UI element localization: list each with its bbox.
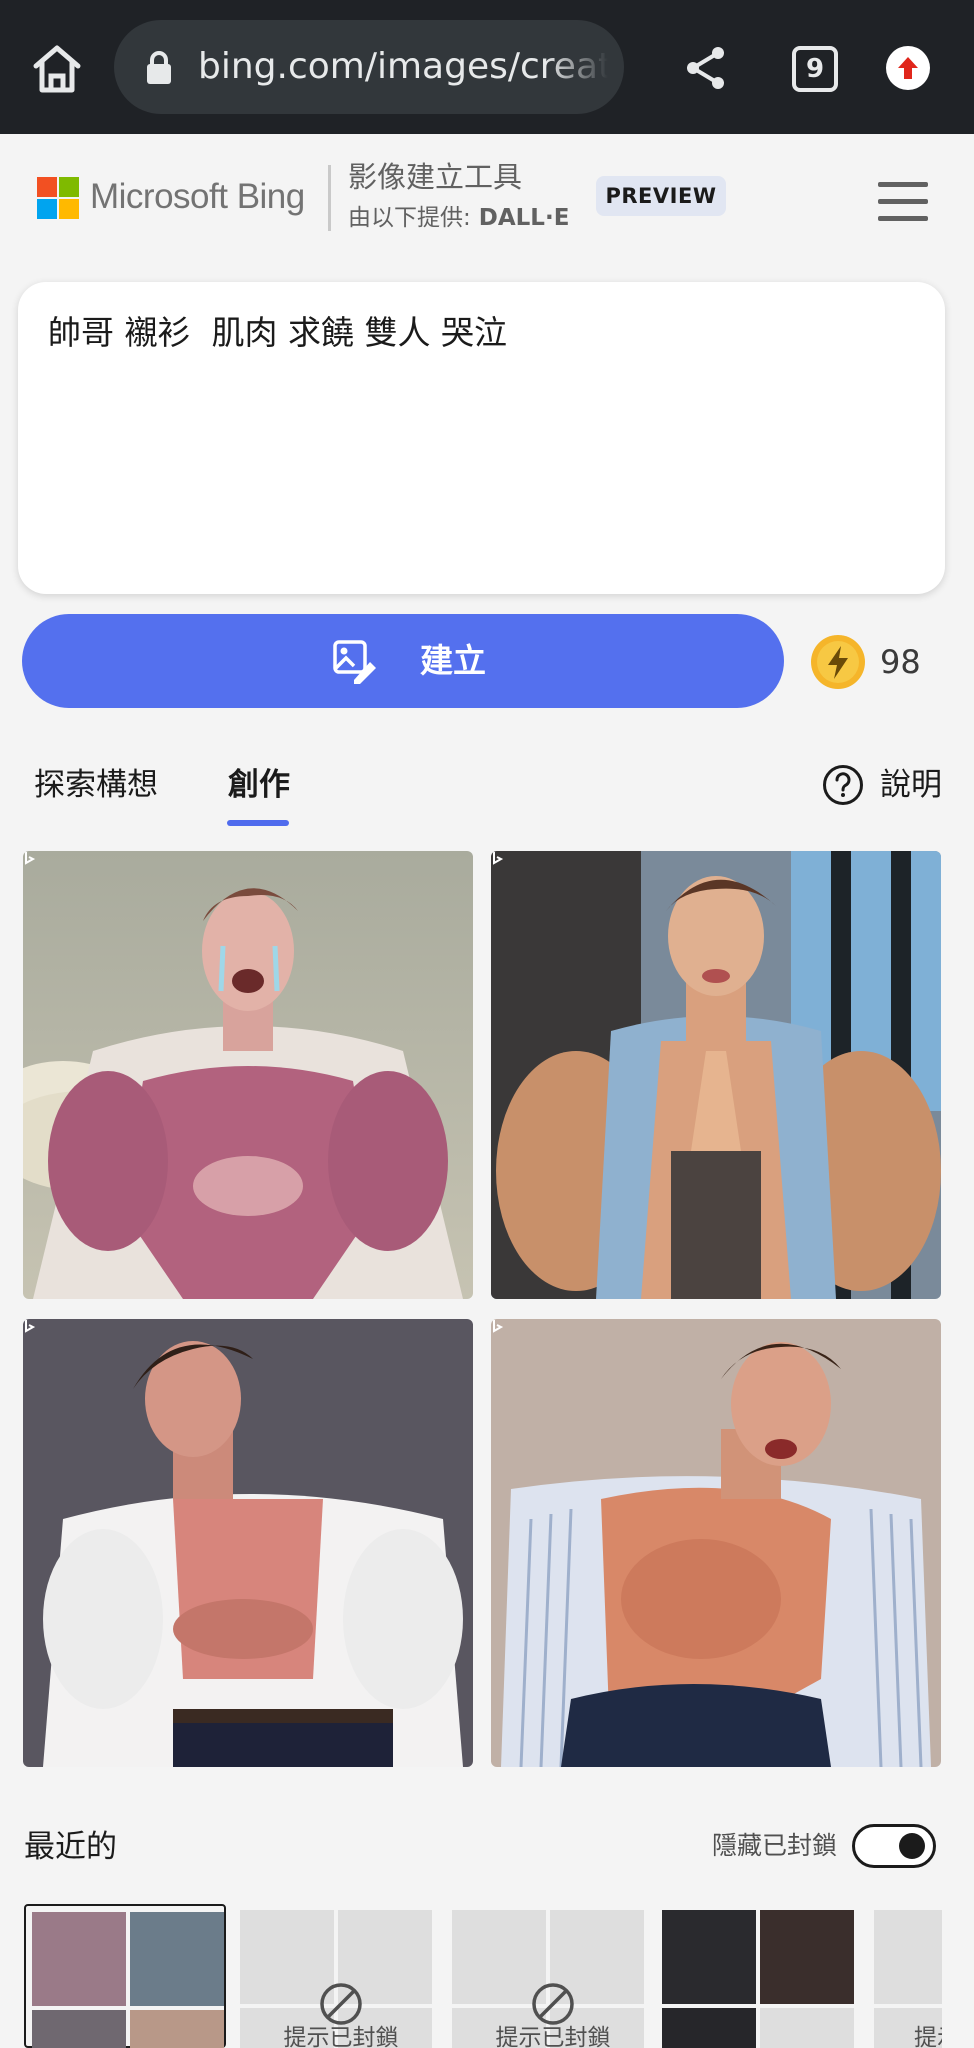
hamburger-menu-icon[interactable]	[878, 182, 928, 222]
tab-explore-ideas[interactable]: 探索構想	[34, 764, 158, 806]
hide-blocked-toggle[interactable]	[852, 1824, 936, 1868]
help-circle-icon[interactable]	[822, 764, 864, 806]
thumb-cell	[662, 2008, 756, 2048]
home-icon[interactable]	[28, 40, 86, 98]
bing-watermark-icon	[25, 852, 36, 865]
toggle-knob	[899, 1833, 925, 1859]
tab-switcher-button[interactable]: 9	[792, 46, 838, 92]
generated-image-4[interactable]	[491, 1319, 941, 1767]
url-text: bing.com/images/create	[198, 46, 608, 87]
recent-thumb-suits[interactable]	[662, 1904, 864, 2048]
thumb-cell	[130, 2010, 224, 2048]
browser-toolbar: bing.com/images/create 9	[0, 0, 974, 134]
bing-watermark-icon	[493, 852, 504, 865]
lock-icon	[147, 51, 171, 84]
thumb-cell	[874, 1910, 942, 2004]
create-button-label: 建立	[420, 641, 486, 680]
create-button[interactable]: 建立	[22, 614, 784, 708]
generated-image-2[interactable]	[491, 851, 941, 1299]
page-title: 影像建立工具	[348, 160, 523, 194]
blocked-label: 提示已封鎖	[283, 2025, 399, 2048]
lightning-coin-icon[interactable]	[810, 634, 866, 690]
provider-label: 由以下提供:	[348, 205, 471, 231]
thumb-cell	[32, 1912, 126, 2006]
tab-creations[interactable]: 創作	[228, 764, 290, 806]
hide-blocked-label: 隱藏已封鎖	[712, 1831, 838, 1860]
help-link[interactable]: 說明	[880, 764, 942, 806]
blocked-icon	[320, 1983, 362, 2025]
recent-thumb-blocked[interactable]: 提示已封鎖	[452, 1904, 654, 2048]
thumb-cell	[760, 1910, 854, 2004]
recent-thumb-current[interactable]	[24, 1904, 226, 2048]
recent-thumb-blocked-partial[interactable]: 提示	[874, 1904, 942, 2048]
image-edit-icon	[333, 640, 376, 684]
recent-thumbnails[interactable]: 提示已封鎖 提示已封鎖 提示	[24, 1904, 942, 2048]
provider-line: 由以下提供: DALL·E	[348, 202, 569, 234]
thumb-cell	[32, 2010, 126, 2048]
preview-badge: PREVIEW	[596, 176, 726, 216]
provider-name: DALL·E	[478, 205, 570, 231]
update-arrow-icon[interactable]	[886, 46, 930, 90]
active-tab-indicator	[227, 820, 289, 826]
microsoft-logo[interactable]	[37, 177, 79, 219]
prompt-input[interactable]: 帥哥 襯衫 肌肉 求饒 雙人 哭泣	[18, 282, 945, 594]
address-bar[interactable]: bing.com/images/create	[114, 20, 624, 114]
bing-watermark-icon	[493, 1320, 504, 1333]
generated-image-3[interactable]	[23, 1319, 473, 1767]
recent-section-title: 最近的	[24, 1829, 117, 1865]
blocked-label-partial: 提示	[914, 2025, 942, 2048]
bing-watermark-icon	[25, 1320, 36, 1333]
share-icon[interactable]	[684, 44, 728, 92]
thumb-cell	[662, 1910, 756, 2004]
header-divider	[328, 165, 331, 231]
thumb-cell	[760, 2008, 854, 2048]
brand-name[interactable]: Microsoft Bing	[90, 174, 305, 220]
boost-count: 98	[880, 643, 921, 681]
blocked-label: 提示已封鎖	[495, 2025, 611, 2048]
generated-image-1[interactable]	[23, 851, 473, 1299]
thumb-cell	[130, 1912, 224, 2006]
blocked-icon	[532, 1983, 574, 2025]
recent-thumb-blocked[interactable]: 提示已封鎖	[240, 1904, 442, 2048]
